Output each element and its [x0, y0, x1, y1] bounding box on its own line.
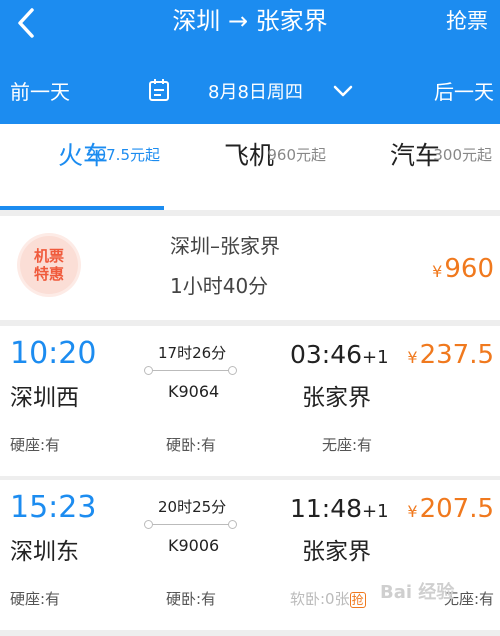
flight-route: 深圳–张家界 [170, 234, 280, 258]
next-day-button[interactable]: 后一天 [434, 76, 494, 105]
tab-train-price: 207.5元起 [87, 146, 160, 164]
departure-time: 15:23 [10, 490, 97, 525]
currency-symbol: ¥ [407, 348, 418, 367]
selected-date[interactable]: 8月8日周四 [208, 78, 303, 104]
train-number: K9006 [168, 536, 220, 555]
grab-tag[interactable]: 抢 [349, 592, 366, 608]
tab-flight-price: 960元起 [267, 146, 326, 164]
currency-symbol: ¥ [407, 502, 418, 521]
flight-duration: 1小时40分 [170, 274, 269, 298]
departure-station: 深圳东 [10, 539, 79, 565]
route-dot-icon [228, 520, 237, 529]
page-title: 深圳 → 张家界 [172, 7, 328, 35]
route-line [148, 370, 234, 371]
transport-tabs: 火车 207.5元起 飞机 960元起 汽车 300元起 [0, 124, 500, 210]
tab-train[interactable]: 火车 207.5元起 [0, 124, 166, 210]
route-line [148, 524, 234, 525]
route-dot-icon [144, 366, 153, 375]
seat-hard-seat: 硬座:有 [10, 436, 61, 454]
route-dot-icon [228, 366, 237, 375]
departure-time: 10:20 [10, 336, 97, 371]
train-row[interactable]: 10:20 深圳西 17时26分 K9064 03:46+1 张家界 ¥237.… [0, 326, 500, 476]
tab-bus[interactable]: 汽车 300元起 [332, 124, 498, 210]
seat-standing: 无座:有 [322, 436, 373, 454]
train-price: ¥237.5 [407, 340, 494, 370]
calendar-icon[interactable] [148, 78, 170, 102]
arrival-time: 11:48+1 [290, 494, 389, 523]
train-price-value: 237.5 [419, 340, 494, 370]
flight-price: ¥960 [432, 254, 494, 284]
train-price-value: 207.5 [419, 494, 494, 524]
watermark: Bai 经验 [380, 582, 455, 603]
tab-flight[interactable]: 飞机 960元起 [166, 124, 332, 210]
tab-bus-price: 300元起 [433, 146, 492, 164]
trip-duration: 20时25分 [158, 498, 227, 516]
route-dot-icon [144, 520, 153, 529]
top-bar: 深圳 → 张家界 抢票 前一天 8月8日周四 后一天 [0, 0, 500, 124]
train-price: ¥207.5 [407, 494, 494, 524]
flight-deal-card[interactable]: 机票 特惠 深圳–张家界 1小时40分 ¥960 [0, 216, 500, 320]
active-tab-underline [0, 206, 164, 210]
seat-hard-sleeper: 硬卧:有 [166, 436, 217, 454]
arrival-time: 03:46+1 [290, 340, 389, 369]
date-bar: 前一天 8月8日周四 后一天 [0, 72, 500, 108]
train-row[interactable]: 15:23 深圳东 20时25分 K9006 11:48+1 张家界 ¥207.… [0, 480, 500, 630]
seat-hard-seat: 硬座:有 [10, 590, 61, 608]
seat-hard-sleeper: 硬卧:有 [166, 590, 217, 608]
currency-symbol: ¥ [432, 262, 443, 281]
seat-soft-sleeper: 软卧:0张抢 [290, 590, 366, 608]
flight-price-value: 960 [444, 254, 494, 284]
train-number: K9064 [168, 382, 220, 401]
trip-duration: 17时26分 [158, 344, 227, 362]
flight-deal-badge: 机票 特惠 [20, 236, 78, 294]
grab-ticket-button[interactable]: 抢票 [446, 6, 488, 36]
arrival-station: 张家界 [302, 385, 371, 411]
departure-station: 深圳西 [10, 385, 79, 411]
chevron-down-icon[interactable] [332, 84, 354, 98]
prev-day-button[interactable]: 前一天 [10, 76, 70, 105]
arrival-station: 张家界 [302, 539, 371, 565]
